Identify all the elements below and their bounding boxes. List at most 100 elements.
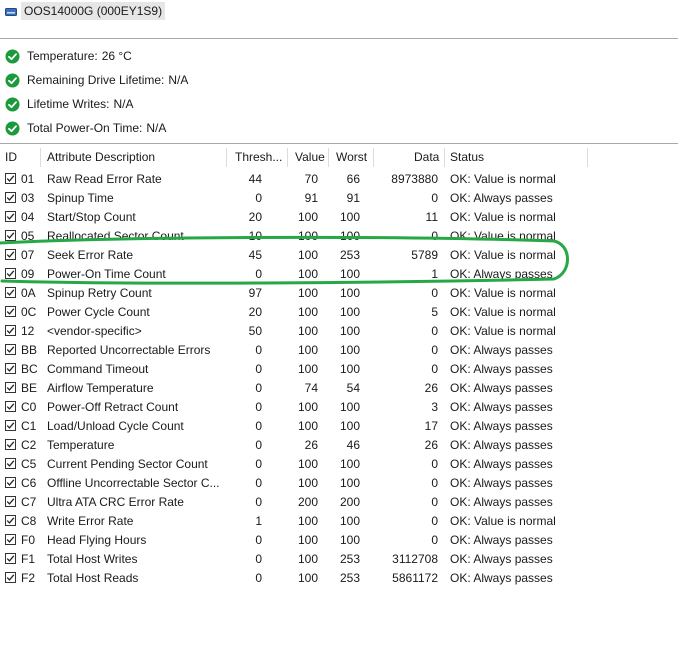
column-header-value[interactable]: Value [295, 148, 325, 167]
cell-description: Current Pending Sector Count [47, 457, 208, 471]
column-divider[interactable] [373, 148, 374, 167]
row-checkbox[interactable] [5, 344, 16, 355]
column-header-threshold[interactable]: Thresh... [235, 148, 282, 167]
row-checkbox[interactable] [5, 458, 16, 469]
cell-value: 100 [297, 514, 318, 528]
cell-id: 03 [21, 191, 35, 205]
cell-status: OK: Value is normal [450, 172, 556, 186]
column-header-status[interactable]: Status [450, 148, 484, 167]
cell-id: 0C [21, 305, 37, 319]
row-checkbox[interactable] [5, 439, 16, 450]
cell-status: OK: Always passes [450, 362, 553, 376]
column-divider[interactable] [444, 148, 445, 167]
checkbox-checked-icon [6, 536, 15, 543]
column-header-data[interactable]: Data [414, 148, 439, 167]
cell-description: Spinup Time [47, 191, 114, 205]
cell-value: 100 [297, 229, 318, 243]
table-row[interactable]: 07 Seek Error Rate 45 100 253 5789 OK: Value i… [0, 246, 600, 265]
table-row[interactable]: F2 Total Host Reads 0 100 253 5861172 OK: Alwa… [0, 569, 600, 588]
row-checkbox[interactable] [5, 287, 16, 298]
summary-item: Lifetime Writes: N/A [5, 94, 133, 114]
row-checkbox[interactable] [5, 230, 16, 241]
cell-worst: 100 [339, 267, 360, 281]
row-checkbox[interactable] [5, 572, 16, 583]
cell-worst: 253 [339, 248, 360, 262]
cell-value: 100 [297, 286, 318, 300]
checkbox-checked-icon [6, 517, 15, 524]
row-checkbox[interactable] [5, 515, 16, 526]
table-row[interactable]: 04 Start/Stop Count 20 100 100 11 OK: Value is… [0, 208, 600, 227]
table-row[interactable]: 0A Spinup Retry Count 97 100 100 0 OK: Value i… [0, 284, 600, 303]
cell-description: Seek Error Rate [47, 248, 134, 262]
cell-value: 100 [297, 324, 318, 338]
row-checkbox[interactable] [5, 534, 16, 545]
row-checkbox[interactable] [5, 420, 16, 431]
table-row[interactable]: 09 Power-On Time Count 0 100 100 1 OK: Always … [0, 265, 600, 284]
table-row[interactable]: C8 Write Error Rate 1 100 100 0 OK: Value is n… [0, 512, 600, 531]
cell-status: OK: Always passes [450, 191, 553, 205]
check-circle-icon [5, 49, 20, 63]
cell-id: 07 [21, 248, 35, 262]
row-checkbox[interactable] [5, 363, 16, 374]
column-divider[interactable] [226, 148, 227, 167]
cell-status: OK: Always passes [450, 400, 553, 414]
table-row[interactable]: BB Reported Uncorrectable Errors 0 100 100 0 O… [0, 341, 600, 360]
column-header-id[interactable]: ID [5, 148, 17, 167]
row-checkbox[interactable] [5, 249, 16, 260]
table-row[interactable]: BE Airflow Temperature 0 74 54 26 OK: Always p… [0, 379, 600, 398]
table-row[interactable]: C5 Current Pending Sector Count 0 100 100 0 OK… [0, 455, 600, 474]
cell-threshold: 20 [248, 210, 262, 224]
table-row[interactable]: 0C Power Cycle Count 20 100 100 5 OK: Value is… [0, 303, 600, 322]
table-row[interactable]: 12 <vendor-specific> 50 100 100 0 OK: Value is… [0, 322, 600, 341]
cell-data: 8973880 [391, 172, 438, 186]
cell-status: OK: Value is normal [450, 229, 556, 243]
cell-threshold: 0 [255, 381, 262, 395]
cell-description: Reported Uncorrectable Errors [47, 343, 211, 357]
column-header-description[interactable]: Attribute Description [47, 148, 155, 167]
header-separator [0, 38, 678, 39]
column-divider[interactable] [40, 148, 41, 167]
cell-worst: 66 [346, 172, 360, 186]
cell-description: Power-Off Retract Count [47, 400, 179, 414]
table-row[interactable]: C0 Power-Off Retract Count 0 100 100 3 OK: Alw… [0, 398, 600, 417]
table-row[interactable]: C6 Offline Uncorrectable Sector C... 0 100 1… [0, 474, 600, 493]
table-row[interactable]: C7 Ultra ATA CRC Error Rate 0 200 200 0 OK: Al… [0, 493, 600, 512]
row-checkbox[interactable] [5, 496, 16, 507]
table-row[interactable]: F0 Head Flying Hours 0 100 100 0 OK: Always pa… [0, 531, 600, 550]
row-checkbox[interactable] [5, 306, 16, 317]
row-checkbox[interactable] [5, 325, 16, 336]
cell-data: 1 [431, 267, 438, 281]
column-header-worst[interactable]: Worst [336, 148, 367, 167]
row-checkbox[interactable] [5, 401, 16, 412]
cell-description: Write Error Rate [47, 514, 134, 528]
cell-value: 100 [297, 343, 318, 357]
cell-worst: 200 [339, 495, 360, 509]
row-checkbox[interactable] [5, 173, 16, 184]
table-row[interactable]: BC Command Timeout 0 100 100 0 OK: Always pass… [0, 360, 600, 379]
drive-title[interactable]: OOS14000G (000EY1S9) [21, 2, 166, 20]
row-checkbox[interactable] [5, 477, 16, 488]
row-checkbox[interactable] [5, 211, 16, 222]
table-row[interactable]: C1 Load/Unload Cycle Count 0 100 100 17 OK: Al… [0, 417, 600, 436]
table-row[interactable]: 03 Spinup Time 0 91 91 0 OK: Always passes [0, 189, 600, 208]
table-row[interactable]: 05 Reallocated Sector Count 10 100 100 0 OK: V… [0, 227, 600, 246]
column-divider[interactable] [587, 148, 588, 167]
row-checkbox[interactable] [5, 382, 16, 393]
column-divider[interactable] [287, 148, 288, 167]
row-checkbox[interactable] [5, 268, 16, 279]
checkbox-checked-icon [6, 232, 15, 239]
summary-label: Lifetime Writes: [27, 97, 110, 111]
cell-threshold: 0 [255, 419, 262, 433]
table-row[interactable]: F1 Total Host Writes 0 100 253 3112708 OK: Alw… [0, 550, 600, 569]
table-row[interactable]: 01 Raw Read Error Rate 44 70 66 8973880 OK: Va… [0, 170, 600, 189]
cell-threshold: 0 [255, 191, 262, 205]
column-divider[interactable] [328, 148, 329, 167]
table-row[interactable]: C2 Temperature 0 26 46 26 OK: Always passes [0, 436, 600, 455]
cell-worst: 100 [339, 343, 360, 357]
cell-status: OK: Always passes [450, 381, 553, 395]
cell-status: OK: Value is normal [450, 514, 556, 528]
cell-data: 11 [425, 210, 438, 224]
row-checkbox[interactable] [5, 553, 16, 564]
row-checkbox[interactable] [5, 192, 16, 203]
cell-value: 100 [297, 267, 318, 281]
